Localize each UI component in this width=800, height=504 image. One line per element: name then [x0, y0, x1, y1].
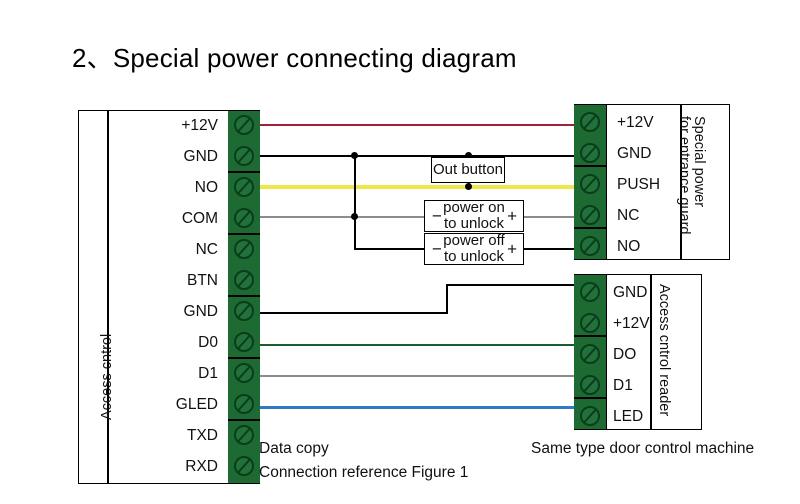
terminal-screw[interactable] — [580, 344, 600, 364]
power-on-plus-terminal: + — [507, 206, 517, 226]
terminal-screw[interactable] — [234, 177, 254, 197]
wire-no-right — [524, 248, 574, 250]
power-off-label-line2: to unlock — [443, 248, 505, 265]
power-off-label-line1: power off — [443, 232, 505, 250]
junction-dot-out-button-bottom — [465, 183, 472, 190]
pin-label-left: COM — [181, 210, 218, 227]
pin-label-left: NC — [195, 241, 218, 258]
wire-common-left — [260, 216, 424, 218]
wire-ground — [260, 155, 574, 157]
terminal-screw[interactable] — [234, 270, 254, 290]
junction-dot-com-branch — [351, 213, 358, 220]
out-button-label: Out button — [432, 161, 504, 179]
caption-connection-reference: Connection reference Figure 1 — [259, 464, 469, 481]
out-button-component[interactable]: Out button — [431, 157, 505, 183]
power-on-label-line2: to unlock — [443, 215, 505, 232]
terminal-screw[interactable] — [580, 205, 600, 225]
pin-label-left: TXD — [187, 427, 218, 444]
terminal-screw[interactable] — [580, 313, 600, 333]
power-on-label: power on to unlock — [443, 200, 505, 232]
pin-label-left: D0 — [198, 334, 218, 351]
terminal-screw[interactable] — [580, 406, 600, 426]
power-off-label: power off to unlock — [443, 233, 504, 265]
lock-power-off-component[interactable]: − power off to unlock + — [424, 233, 524, 265]
terminal-screw[interactable] — [580, 375, 600, 395]
wire-gled — [260, 406, 574, 409]
wire-ground-branch-horizontal — [354, 248, 424, 250]
diagram-canvas: 2、Special power connecting diagram Acces… — [0, 0, 800, 504]
pin-label-left: RXD — [185, 458, 218, 475]
lock-power-on-component[interactable]: − power on to unlock + — [424, 200, 524, 232]
pin-label-left: GND — [183, 303, 218, 320]
terminal-screw[interactable] — [234, 332, 254, 352]
wire-d0 — [260, 344, 574, 346]
terminal-screw[interactable] — [580, 112, 600, 132]
power-unit-caption-line2: for entrance guard — [676, 116, 692, 235]
caption-same-type-machine: Same type door control machine — [531, 440, 755, 457]
page-title: 2、Special power connecting diagram — [72, 43, 517, 73]
pin-label-left: D1 — [198, 365, 218, 382]
power-unit-caption-line1: Special power — [691, 116, 707, 208]
terminal-screw[interactable] — [234, 363, 254, 383]
pin-label-left: NO — [194, 179, 218, 196]
power-on-label-line1: power on — [443, 199, 505, 217]
wire-d1 — [260, 375, 574, 377]
left-unit-caption: Access cntrol — [99, 333, 115, 420]
terminal-screw[interactable] — [580, 282, 600, 302]
wire-push-signal — [260, 185, 574, 189]
terminal-screw[interactable] — [234, 301, 254, 321]
pin-label-left: GLED — [175, 396, 218, 413]
terminal-screw[interactable] — [234, 456, 254, 476]
pin-label-left: BTN — [187, 272, 218, 289]
pin-label-left: +12V — [181, 117, 218, 134]
terminal-screw[interactable] — [234, 425, 254, 445]
caption-data-copy: Data copy — [259, 440, 329, 457]
terminal-screw[interactable] — [234, 115, 254, 135]
power-on-minus-terminal: − — [432, 206, 442, 226]
wire-reader-ground-lower — [260, 312, 448, 314]
wire-power-positive — [260, 124, 574, 126]
left-unit-divider — [107, 110, 109, 484]
junction-dot-gnd-branch — [351, 152, 358, 159]
pin-label-left: GND — [183, 148, 218, 165]
wire-reader-ground-upper — [446, 284, 574, 286]
power-off-minus-terminal: − — [432, 239, 442, 259]
terminal-screw[interactable] — [234, 394, 254, 414]
power-off-plus-terminal: + — [507, 239, 517, 259]
terminal-screw[interactable] — [580, 143, 600, 163]
wire-common-right — [524, 216, 574, 218]
wire-ground-branch-vertical — [354, 155, 356, 250]
pin-label-power: NO — [617, 238, 641, 255]
terminal-screw[interactable] — [580, 236, 600, 256]
terminal-screw[interactable] — [234, 239, 254, 259]
wire-reader-ground-riser — [446, 284, 448, 314]
reader-unit-caption: Access cntrol reader — [656, 284, 672, 417]
terminal-screw[interactable] — [234, 208, 254, 228]
terminal-screw[interactable] — [234, 146, 254, 166]
terminal-screw[interactable] — [580, 174, 600, 194]
